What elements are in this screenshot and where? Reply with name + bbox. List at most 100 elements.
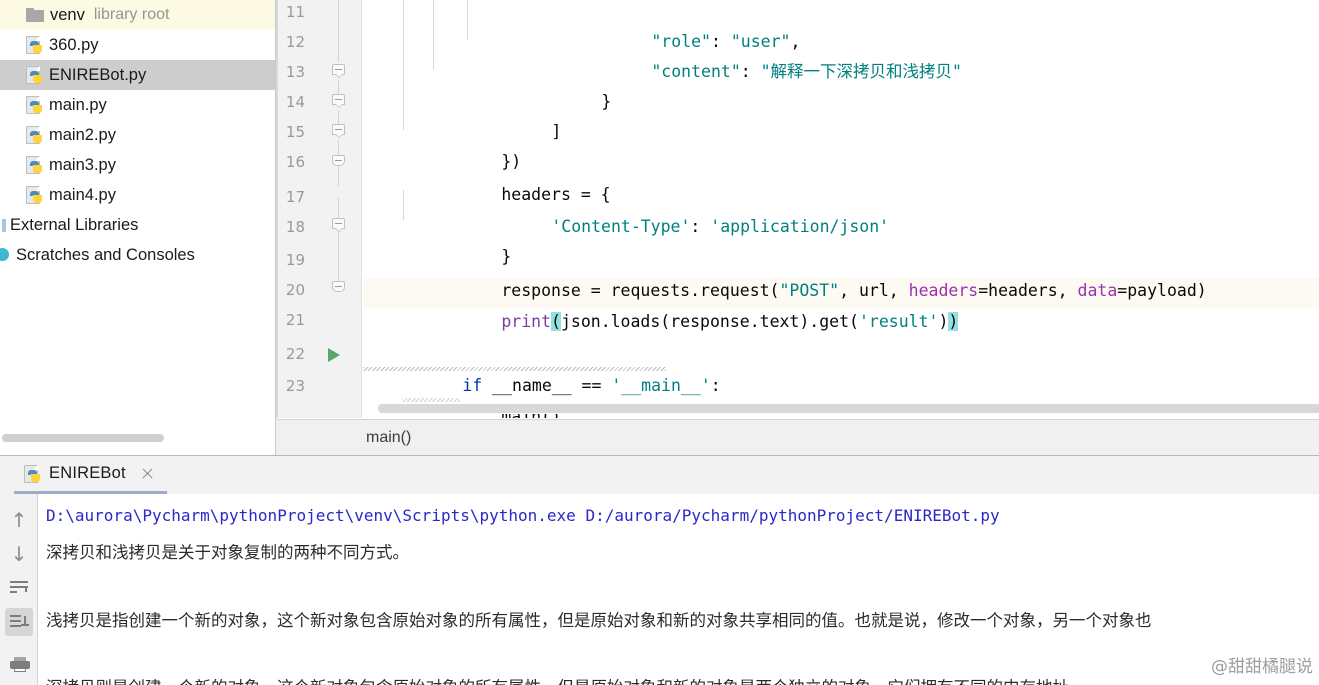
matching-brace-highlight: ) <box>948 312 959 331</box>
python-file-icon <box>26 155 43 175</box>
fold-region-line <box>338 0 339 62</box>
code-token-data-arg: data <box>1077 281 1118 300</box>
fold-marker[interactable] <box>332 281 346 295</box>
run-toolbar[interactable]: ↑ ↓ <box>0 494 38 685</box>
code-line-rendered: ] <box>551 122 562 141</box>
code-text-area[interactable]: "role": "user", "role": "user", "content… <box>363 0 1319 418</box>
run-tab-enirebot[interactable]: ENIREBot <box>14 456 167 494</box>
fold-marker[interactable] <box>332 94 346 108</box>
tree-item-enirebot-py[interactable]: ENIREBot.py <box>0 60 275 90</box>
close-icon[interactable] <box>140 466 155 481</box>
line-number: 22 <box>285 345 305 363</box>
tree-item-main-py[interactable]: main.py <box>0 90 275 120</box>
tree-item-label: main4.py <box>49 185 116 204</box>
tree-item-label: External Libraries <box>10 215 139 234</box>
run-tab-label: ENIREBot <box>49 464 126 482</box>
console-command-line: D:\aurora\Pycharm\pythonProject\venv\Scr… <box>46 506 1000 525</box>
line-number: 21 <box>285 311 305 329</box>
tree-item-label: 360.py <box>49 35 99 54</box>
console-output-line: 深拷贝则是创建一个新的对象，这个新对象包含原始对象的所有属性，但是原始对象和新的… <box>46 674 1069 685</box>
scroll-up-button[interactable]: ↑ <box>5 506 33 534</box>
python-file-icon <box>26 125 43 145</box>
soft-wrap-button[interactable] <box>5 574 33 602</box>
python-file-icon <box>26 35 43 55</box>
tree-item-main3-py[interactable]: main3.py <box>0 150 275 180</box>
python-icon <box>24 464 41 483</box>
python-file-icon <box>26 65 43 85</box>
tree-item-main4-py[interactable]: main4.py <box>0 180 275 210</box>
editor-hscrollbar-thumb[interactable] <box>378 404 1319 413</box>
code-line-rendered: } <box>601 92 612 111</box>
scroll-down-button[interactable]: ↓ <box>5 540 33 568</box>
code-line-rendered: "role": "user", <box>363 0 800 51</box>
code-token-app-json: 'application/json' <box>710 217 890 236</box>
folder-icon <box>26 8 44 22</box>
matching-brace-highlight: ( <box>551 312 561 331</box>
python-file-icon <box>26 185 43 205</box>
arrow-up-icon: ↑ <box>10 508 28 532</box>
code-line-rendered: response = requests.request("POST", url,… <box>501 281 1207 300</box>
tree-item-360-py[interactable]: 360.py <box>0 30 275 60</box>
line-number: 15 <box>285 123 305 141</box>
soft-wrap-icon <box>10 580 28 596</box>
run-gutter-icon[interactable] <box>328 348 340 362</box>
console-output-line: 深拷贝和浅拷贝是关于对象复制的两种不同方式。 <box>46 543 409 562</box>
tree-item-label: ENIREBot.py <box>49 65 147 84</box>
tree-item-external-libraries[interactable]: External Libraries <box>0 210 275 240</box>
tree-item-sublabel: library root <box>93 6 170 23</box>
tree-item-label: venv <box>50 5 85 24</box>
run-tool-window: ENIREBot ↑ ↓ D:\aurora\Pycharm\pythonPro… <box>0 455 1319 685</box>
scratches-icon <box>0 247 16 263</box>
line-number: 13 <box>285 63 305 81</box>
tree-item-venv[interactable]: venv library root <box>0 0 275 30</box>
tree-item-label: main2.py <box>49 125 116 144</box>
line-number: 12 <box>285 33 305 51</box>
code-token-result: 'result' <box>858 312 939 331</box>
tree-item-scratches-and-consoles[interactable]: Scratches and Consoles <box>0 240 275 270</box>
fold-marker[interactable] <box>332 155 346 169</box>
code-token-print: print <box>501 312 552 331</box>
inspection-squiggle <box>363 367 666 371</box>
code-line-rendered: }) <box>501 152 522 171</box>
scroll-to-end-button[interactable] <box>5 608 33 636</box>
code-line-rendered: headers = { <box>501 185 611 204</box>
line-number: 23 <box>285 377 305 395</box>
line-number: 16 <box>285 153 305 171</box>
code-line-rendered: print(json.loads(response.text).get('res… <box>363 277 959 331</box>
fold-marker[interactable] <box>332 124 346 138</box>
line-number: 11 <box>285 3 305 21</box>
console-output[interactable]: D:\aurora\Pycharm\pythonProject\venv\Scr… <box>39 494 1319 685</box>
breadcrumb[interactable]: main() <box>276 419 1319 455</box>
watermark-overlay: @甜甜橘腿说 <box>1211 657 1313 677</box>
tree-item-main2-py[interactable]: main2.py <box>0 120 275 150</box>
line-number: 18 <box>285 218 305 236</box>
project-tree-hscrollbar-thumb[interactable] <box>2 434 164 442</box>
line-number: 17 <box>285 188 305 206</box>
inspection-squiggle <box>402 398 460 402</box>
line-number: 20 <box>285 281 305 299</box>
fold-marker[interactable] <box>332 218 346 232</box>
top-area: venv library root 360.py ENIREBot.py mai… <box>0 0 1319 455</box>
code-line-rendered: main() <box>363 372 561 418</box>
printer-icon <box>10 657 30 672</box>
library-icon <box>0 218 8 233</box>
fold-region-line <box>338 198 339 286</box>
breadcrumb-item-main[interactable]: main() <box>366 429 411 447</box>
scroll-to-end-icon <box>10 614 29 630</box>
code-token-content-value: "解释一下深拷贝和浅拷贝" <box>760 62 962 81</box>
line-number: 14 <box>285 93 305 111</box>
code-line-rendered: 'Content-Type': 'application/json' <box>363 182 889 236</box>
python-file-icon <box>26 95 43 115</box>
code-line-rendered: "content": "解释一下深拷贝和浅拷贝" <box>363 27 962 81</box>
print-button[interactable] <box>5 650 33 678</box>
fold-marker[interactable] <box>332 64 346 78</box>
pycharm-window: venv library root 360.py ENIREBot.py mai… <box>0 0 1319 685</box>
line-number: 19 <box>285 251 305 269</box>
code-line-rendered: } <box>501 247 512 266</box>
tree-item-label: Scratches and Consoles <box>16 245 195 264</box>
project-tree-panel[interactable]: venv library root 360.py ENIREBot.py mai… <box>0 0 275 455</box>
tree-item-label: main3.py <box>49 155 116 174</box>
code-editor[interactable]: 11 12 13 14 15 16 17 18 19 20 21 22 23 "… <box>275 0 1319 455</box>
editor-gutter[interactable]: 11 12 13 14 15 16 17 18 19 20 21 22 23 <box>276 0 362 418</box>
run-tab-bar: ENIREBot <box>0 456 1319 494</box>
